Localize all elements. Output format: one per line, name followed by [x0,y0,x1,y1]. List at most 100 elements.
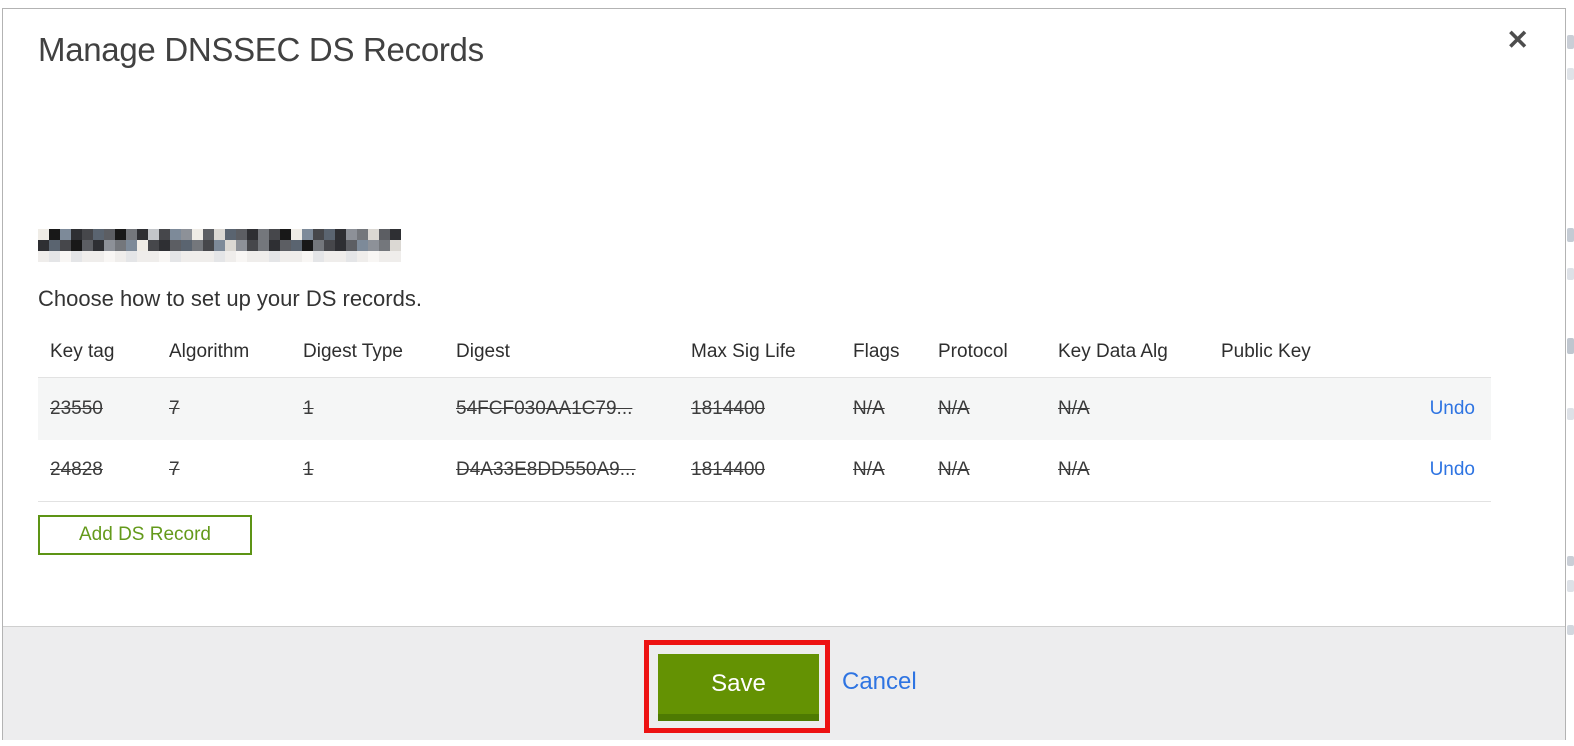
mosaic-pixel [324,251,335,262]
mosaic-pixel [258,251,269,262]
mosaic-pixel [269,240,280,251]
mosaic-pixel [115,251,126,262]
mosaic-pixel [137,240,148,251]
save-button[interactable]: Save [658,654,819,721]
column-header-flags: Flags [841,329,926,378]
mosaic-pixel [71,251,82,262]
mosaic-pixel [302,240,313,251]
cell-digest-type: 1 [291,378,444,440]
mosaic-pixel [49,251,60,262]
mosaic-pixel [313,229,324,240]
mosaic-pixel [357,251,368,262]
mosaic-pixel [390,240,401,251]
sliver-mark [1567,580,1574,592]
mosaic-pixel [269,251,280,262]
cell-value: 1814400 [691,397,765,419]
cell-max-sig-life: 1814400 [679,378,841,440]
cell-value: N/A [938,397,970,419]
cell-algorithm: 7 [157,378,291,440]
mosaic-pixel [335,229,346,240]
cell-value: 1 [303,397,314,419]
mosaic-pixel [60,251,71,262]
column-header-key-tag: Key tag [38,329,157,378]
cancel-link[interactable]: Cancel [842,668,917,696]
cell-protocol: N/A [926,378,1046,440]
mosaic-pixel [291,240,302,251]
mosaic-pixel [137,251,148,262]
cell-key-tag: 23550 [38,378,157,440]
mosaic-pixel [192,251,203,262]
mosaic-pixel [60,229,71,240]
cell-public-key [1209,378,1349,440]
cell-value: 1814400 [691,459,765,481]
mosaic-pixel [93,229,104,240]
mosaic-pixel [280,240,291,251]
mosaic-pixel [82,251,93,262]
cell-value: 7 [169,459,180,481]
mosaic-pixel [225,229,236,240]
mosaic-pixel [181,229,192,240]
mosaic-pixel [148,229,159,240]
cell-value: 54FCF030AA1C79... [456,397,633,419]
mosaic-pixel [324,240,335,251]
mosaic-pixel [291,229,302,240]
cell-max-sig-life: 1814400 [679,439,841,502]
cell-protocol: N/A [926,439,1046,502]
column-header-max-sig-life: Max Sig Life [679,329,841,378]
background-page-sliver [1566,0,1574,746]
undo-link[interactable]: Undo [1430,398,1475,419]
mosaic-pixel [313,251,324,262]
cell-value: N/A [1058,397,1090,419]
cell-action: Undo [1349,439,1491,502]
mosaic-pixel [49,229,60,240]
mosaic-pixel [214,240,225,251]
sliver-mark [1567,68,1574,80]
modal-title: Manage DNSSEC DS Records [38,31,484,68]
mosaic-pixel [82,229,93,240]
mosaic-pixel [115,229,126,240]
sliver-mark [1567,268,1574,280]
add-ds-record-button[interactable]: Add DS Record [38,515,252,555]
mosaic-pixel [247,251,258,262]
mosaic-pixel [379,251,390,262]
mosaic-pixel [324,229,335,240]
cell-key-tag: 24828 [38,439,157,502]
cell-digest: D4A33E8DD550A9... [444,439,679,502]
close-icon[interactable]: ✕ [1506,27,1529,54]
mosaic-pixel [38,240,49,251]
mosaic-pixel [390,251,401,262]
mosaic-pixel [313,240,324,251]
cell-value: D4A33E8DD550A9... [456,459,636,481]
sliver-mark [1567,556,1574,566]
mosaic-pixel [214,229,225,240]
mosaic-pixel [214,251,225,262]
mosaic-pixel [38,229,49,240]
mosaic-pixel [368,229,379,240]
sliver-mark [1567,35,1574,49]
mosaic-pixel [82,240,93,251]
mosaic-pixel [291,251,302,262]
cell-value: 24828 [50,459,103,481]
mosaic-pixel [346,240,357,251]
mosaic-pixel [137,229,148,240]
mosaic-pixel [104,240,115,251]
mosaic-pixel [93,251,104,262]
mosaic-pixel [126,240,137,251]
cell-value: N/A [853,459,885,481]
mosaic-pixel [126,251,137,262]
sliver-mark [1567,625,1574,635]
mosaic-pixel [346,251,357,262]
cell-key-data-alg: N/A [1046,439,1209,502]
mosaic-pixel [379,229,390,240]
mosaic-pixel [115,240,126,251]
screenshot-stage: Manage DNSSEC DS Records ✕ Choose how to… [0,0,1574,746]
mosaic-pixel [203,229,214,240]
column-header-protocol: Protocol [926,329,1046,378]
undo-link[interactable]: Undo [1430,459,1475,480]
manage-dnssec-modal: Manage DNSSEC DS Records ✕ Choose how to… [2,8,1566,740]
cell-value: N/A [853,397,885,419]
cell-value: N/A [938,459,970,481]
mosaic-pixel [368,240,379,251]
cell-flags: N/A [841,439,926,502]
cell-algorithm: 7 [157,439,291,502]
